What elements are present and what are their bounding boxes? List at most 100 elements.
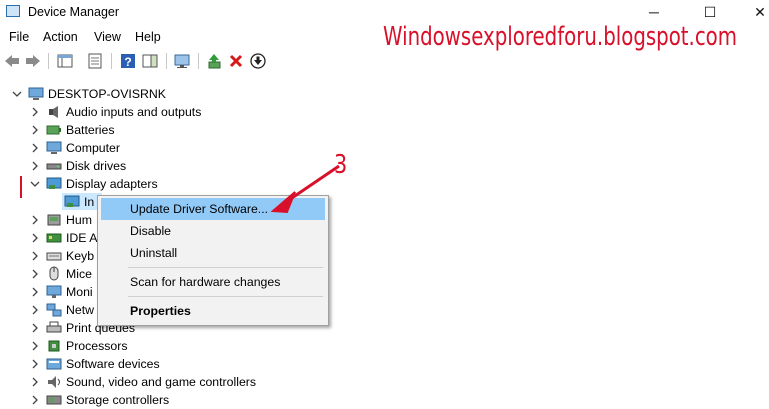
window-title: Device Manager [28,5,120,19]
chevron-right-icon[interactable] [30,287,40,297]
tree-item[interactable]: Keyb [30,247,94,265]
tree-item[interactable]: Computer [30,139,120,157]
scan-hardware-monitor-icon[interactable] [173,52,191,70]
tree-item[interactable]: IDE A [30,229,97,247]
annotation-arrow-icon [270,164,340,214]
forward-arrow-icon[interactable] [24,52,42,70]
context-uninstall-label: Uninstall [130,246,178,260]
context-uninstall-item[interactable]: Uninstall [101,242,325,264]
chevron-right-icon[interactable] [30,341,40,351]
tree-item-label: Batteries [66,123,115,137]
processor-icon [46,338,62,354]
tree-item-label: In [84,195,95,209]
tree-root-row[interactable]: DESKTOP-OVISRNK [12,85,166,103]
tree-item[interactable]: In [50,193,94,211]
chevron-right-icon[interactable] [30,269,40,279]
chevron-down-icon[interactable] [12,89,22,99]
help-icon[interactable]: ? [119,52,137,70]
tree-item[interactable]: Software devices [30,355,160,373]
chevron-right-icon[interactable] [30,125,40,135]
sound-icon [46,374,62,390]
context-separator [128,267,323,268]
chevron-down-icon[interactable] [30,179,40,189]
tree-item[interactable]: Moni [30,283,93,301]
action-pane-icon[interactable] [141,52,159,70]
chevron-right-icon[interactable] [30,323,40,333]
chevron-right-icon[interactable] [30,305,40,315]
tree-item-label: Keyb [66,249,95,263]
tree-item[interactable]: Display adapters [30,175,158,193]
menu-file[interactable]: File [9,30,29,44]
chevron-right-icon[interactable] [30,359,40,369]
annotation-step-1: 1 [4,177,5,178]
device-manager-app-icon [6,5,20,17]
watermark-text: Windowsexploredforu.blogspot.com [383,22,738,52]
storage-icon [46,392,62,408]
chevron-right-icon[interactable] [30,107,40,117]
tree-item[interactable]: Storage controllers [30,391,169,409]
update-driver-icon[interactable] [205,52,223,70]
context-properties-item[interactable]: Properties [101,300,325,322]
tree-item[interactable]: Hum [30,211,92,229]
tree-item-label: Storage controllers [66,393,170,407]
context-scan-label: Scan for hardware changes [130,275,281,289]
svg-text:?: ? [124,55,131,69]
tree-item-label: Disk drives [66,159,127,173]
context-update-driver-label: Update Driver Software... [130,202,269,216]
speaker-icon [46,104,62,120]
menu-action[interactable]: Action [43,30,78,44]
show-hide-console-tree-icon[interactable] [56,52,74,70]
chevron-right-icon[interactable] [30,161,40,171]
tree-item-label: Computer [66,141,120,155]
menu-help[interactable]: Help [135,30,161,44]
tree-item[interactable]: Sound, video and game controllers [30,373,256,391]
tree-item[interactable]: Disk drives [30,157,126,175]
tree-item[interactable]: Mice [30,265,92,283]
context-properties-label: Properties [130,304,191,318]
toolbar-separator [48,53,49,69]
chevron-right-icon[interactable] [30,215,40,225]
tree-item-label: Sound, video and game controllers [66,375,257,389]
context-disable-item[interactable]: Disable [101,220,325,242]
tree-item-label: Display adapters [66,177,158,191]
context-separator [128,296,323,297]
tree-item[interactable]: Processors [30,337,128,355]
chevron-right-icon[interactable] [30,233,40,243]
disk-drive-icon [46,158,62,174]
chevron-right-icon[interactable] [30,251,40,261]
toolbar-separator [166,53,167,69]
tree-item[interactable]: Netw [30,301,94,319]
tree-item-label: Moni [66,285,93,299]
display-adapter-icon [64,194,80,210]
keyboard-icon [46,248,62,264]
tree-item[interactable]: Batteries [30,121,115,139]
context-scan-item[interactable]: Scan for hardware changes [101,271,325,293]
close-button[interactable]: ✕ [737,0,769,24]
mouse-icon [46,266,62,282]
monitor-icon [46,284,62,300]
chevron-right-icon[interactable] [30,377,40,387]
download-arrow-icon[interactable] [249,52,267,70]
annotation-step-1-marker [20,176,22,198]
tree-item-label: Processors [66,339,128,353]
toolbar-separator [111,53,112,69]
properties-sheet-icon[interactable] [86,52,104,70]
software-device-icon [46,356,62,372]
context-disable-label: Disable [130,224,172,238]
tree-item-label: Mice [66,267,92,281]
tree-item-label: IDE A [66,231,98,245]
maximize-button[interactable]: ☐ [687,0,733,24]
tree-item-label: Hum [66,213,92,227]
display-adapter-icon [46,176,62,192]
tree-item[interactable]: Audio inputs and outputs [30,103,201,121]
tree-item-label: Audio inputs and outputs [66,105,202,119]
minimize-button[interactable]: ─ [631,0,677,24]
toolbar: ? [0,50,769,72]
back-arrow-icon[interactable] [3,52,21,70]
chevron-right-icon[interactable] [30,143,40,153]
tree-root-label: DESKTOP-OVISRNK [48,87,166,101]
menu-view[interactable]: View [94,30,121,44]
tree-item-label: Netw [66,303,95,317]
uninstall-x-icon[interactable] [227,52,245,70]
computer-icon [46,140,62,156]
